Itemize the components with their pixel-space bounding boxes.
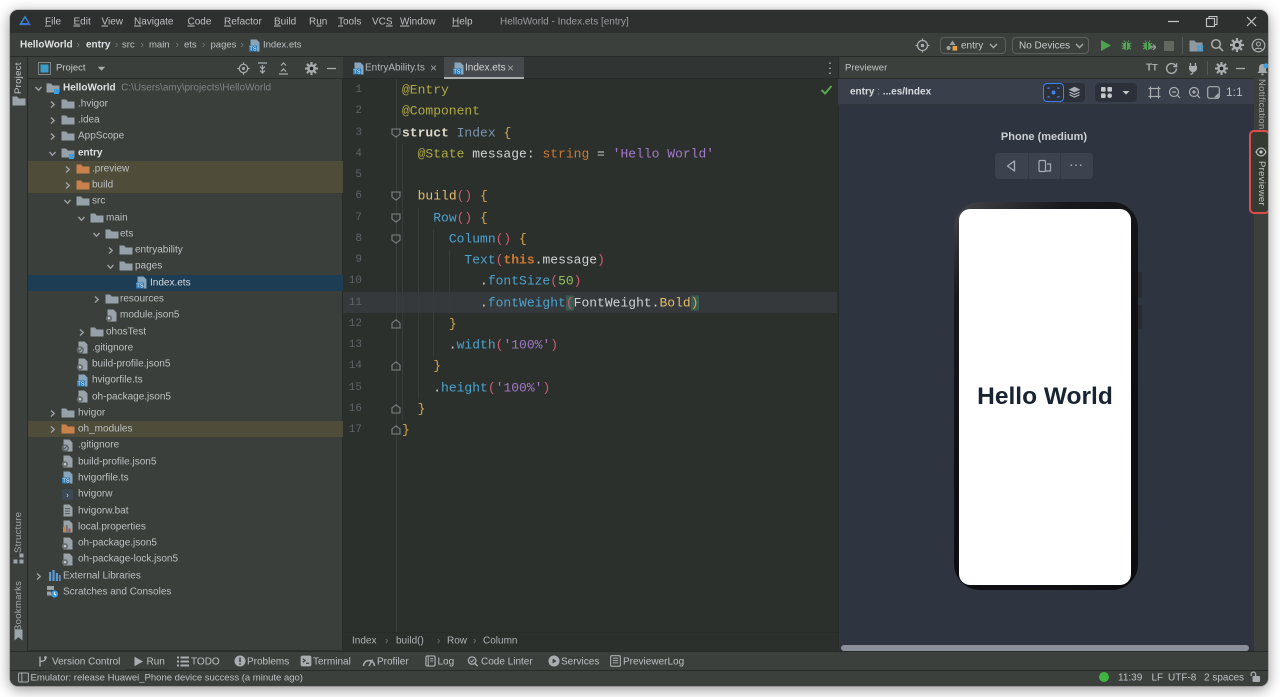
svg-text:TS: TS — [78, 381, 85, 387]
svg-text:TS: TS — [454, 69, 461, 75]
svg-text:TS: TS — [250, 46, 257, 52]
svg-text:TS: TS — [354, 69, 361, 75]
svg-text:›: › — [66, 490, 69, 499]
svg-text:TS: TS — [137, 284, 144, 290]
svg-text:TS: TS — [63, 479, 70, 485]
